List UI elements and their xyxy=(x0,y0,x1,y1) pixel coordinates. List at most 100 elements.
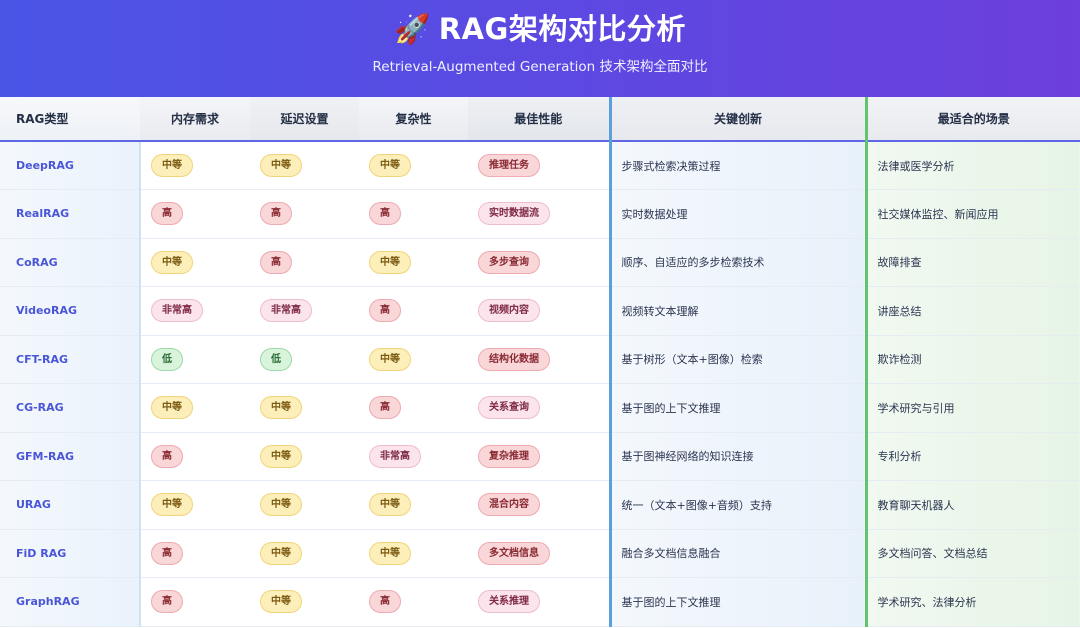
rag-type-cell: FiD RAG xyxy=(0,529,141,578)
scenario-cell: 故障排查 xyxy=(864,238,1080,287)
latency-cell-badge: 低 xyxy=(260,347,292,371)
innovation-cell: 基于图的上下文推理 xyxy=(608,577,866,627)
complexity-cell: 中等 xyxy=(359,335,468,384)
complexity-cell: 中等 xyxy=(359,480,468,530)
memory-cell: 非常高 xyxy=(140,286,250,336)
table-row: URAG 中等 中等 中等 混合内容 统一（文本+图像+音频）支持 教育聊天机器人 xyxy=(0,480,1080,530)
complexity-cell-badge: 中等 xyxy=(369,493,411,517)
scenario-cell: 欺诈检测 xyxy=(864,335,1080,384)
complexity-cell-badge: 非常高 xyxy=(369,444,421,468)
complexity-cell-badge: 中等 xyxy=(369,250,411,274)
performance-cell-badge: 复杂推理 xyxy=(478,444,540,468)
performance-cell-badge: 混合内容 xyxy=(478,493,540,517)
complexity-cell: 非常高 xyxy=(359,432,468,481)
scenario-cell: 讲座总结 xyxy=(864,286,1080,336)
performance-cell-badge: 结构化数据 xyxy=(478,347,550,371)
memory-cell: 高 xyxy=(140,189,250,239)
innovation-cell: 基于树形（文本+图像）检索 xyxy=(608,335,866,384)
table-body: DeepRAG 中等 中等 中等 推理任务 步骤式检索决策过程 法律或医学分析 RealRAG… xyxy=(0,141,1080,627)
performance-cell: 关系查询 xyxy=(468,383,610,433)
memory-cell-badge: 非常高 xyxy=(151,299,203,323)
memory-cell-badge: 高 xyxy=(151,590,183,614)
table-row: CFT-RAG 低 低 中等 结构化数据 基于树形（文本+图像）检索 欺诈检测 xyxy=(0,335,1080,384)
scenario-cell: 专利分析 xyxy=(864,432,1080,481)
scenario-cell: 学术研究、法律分析 xyxy=(864,577,1080,627)
scenario-cell: 法律或医学分析 xyxy=(864,141,1080,190)
innovation-cell: 视频转文本理解 xyxy=(608,286,866,336)
complexity-cell-badge: 高 xyxy=(369,590,401,614)
scenario-cell: 社交媒体监控、新闻应用 xyxy=(864,189,1080,239)
complexity-cell-badge: 中等 xyxy=(369,347,411,371)
performance-cell-badge: 推理任务 xyxy=(478,154,540,177)
table-row: CG-RAG 中等 中等 高 关系查询 基于图的上下文推理 学术研究与引用 xyxy=(0,383,1080,433)
performance-cell: 混合内容 xyxy=(468,480,610,530)
rag-type-cell: URAG xyxy=(0,480,141,530)
scenario-cell: 多文档问答、文档总结 xyxy=(864,529,1080,578)
latency-cell-badge: 中等 xyxy=(260,590,302,614)
column-header-performance[interactable]: 最佳性能 xyxy=(468,97,610,142)
table-header-row: RAG类型 内存需求 延迟设置 复杂性 最佳性能 关键创新 最适合的场景 xyxy=(0,97,1080,142)
column-header-complexity[interactable]: 复杂性 xyxy=(359,97,468,142)
latency-cell: 非常高 xyxy=(250,286,359,336)
complexity-cell: 高 xyxy=(359,286,468,336)
performance-cell-badge: 多文档信息 xyxy=(478,541,550,565)
innovation-cell: 统一（文本+图像+音频）支持 xyxy=(608,480,866,530)
performance-cell: 推理任务 xyxy=(468,141,610,190)
rag-type-cell: GFM-RAG xyxy=(0,432,141,481)
latency-cell: 高 xyxy=(250,189,359,239)
complexity-cell: 高 xyxy=(359,189,468,239)
latency-cell: 中等 xyxy=(250,480,359,530)
page-title: 🚀 RAG架构对比分析 xyxy=(0,6,1080,48)
column-header-innovation[interactable]: 关键创新 xyxy=(608,97,866,142)
complexity-cell: 高 xyxy=(359,383,468,433)
latency-cell-badge: 高 xyxy=(260,250,292,274)
memory-cell: 中等 xyxy=(140,141,250,190)
column-header-memory[interactable]: 内存需求 xyxy=(140,97,250,142)
latency-cell: 低 xyxy=(250,335,359,384)
innovation-cell: 基于图的上下文推理 xyxy=(608,383,866,433)
column-header-scenario[interactable]: 最适合的场景 xyxy=(864,97,1080,142)
memory-cell-badge: 低 xyxy=(151,347,183,371)
page-header: 🚀 RAG架构对比分析 Retrieval-Augmented Generatio… xyxy=(0,0,1080,97)
column-header-latency[interactable]: 延迟设置 xyxy=(250,97,359,142)
memory-cell: 中等 xyxy=(140,480,250,530)
complexity-cell-badge: 高 xyxy=(369,299,401,323)
memory-cell: 高 xyxy=(140,432,250,481)
latency-cell: 中等 xyxy=(250,577,359,627)
complexity-cell-badge: 高 xyxy=(369,202,401,226)
column-header-type[interactable]: RAG类型 xyxy=(0,97,140,142)
complexity-cell-badge: 中等 xyxy=(369,154,411,177)
performance-cell: 视频内容 xyxy=(468,286,610,336)
complexity-cell-badge: 中等 xyxy=(369,541,411,565)
rag-type-cell: DeepRAG xyxy=(0,141,141,190)
innovation-cell: 融合多文档信息融合 xyxy=(608,529,866,578)
latency-cell-badge: 中等 xyxy=(260,493,302,517)
complexity-cell-badge: 高 xyxy=(369,396,401,420)
latency-cell: 中等 xyxy=(250,141,359,190)
latency-cell: 中等 xyxy=(250,432,359,481)
latency-cell: 高 xyxy=(250,238,359,287)
table-row: FiD RAG 高 中等 中等 多文档信息 融合多文档信息融合 多文档问答、文档总结 xyxy=(0,529,1080,578)
page-title-text: RAG架构对比分析 xyxy=(438,12,686,46)
latency-cell-badge: 高 xyxy=(260,202,292,226)
innovation-cell: 基于图神经网络的知识连接 xyxy=(608,432,866,481)
rag-type-cell: RealRAG xyxy=(0,189,141,239)
performance-cell-badge: 关系推理 xyxy=(478,590,540,614)
memory-cell-badge: 中等 xyxy=(151,250,193,274)
performance-cell: 关系推理 xyxy=(468,577,610,627)
scenario-cell: 学术研究与引用 xyxy=(864,383,1080,433)
memory-cell-badge: 高 xyxy=(151,444,183,468)
performance-cell: 多文档信息 xyxy=(468,529,610,578)
latency-cell-badge: 非常高 xyxy=(260,299,312,323)
table-row: DeepRAG 中等 中等 中等 推理任务 步骤式检索决策过程 法律或医学分析 xyxy=(0,141,1080,190)
performance-cell: 多步查询 xyxy=(468,238,610,287)
complexity-cell: 高 xyxy=(359,577,468,627)
table-row: VideoRAG 非常高 非常高 高 视频内容 视频转文本理解 讲座总结 xyxy=(0,286,1080,336)
performance-cell: 结构化数据 xyxy=(468,335,610,384)
performance-cell-badge: 多步查询 xyxy=(478,250,540,274)
latency-cell: 中等 xyxy=(250,383,359,433)
memory-cell-badge: 中等 xyxy=(151,154,193,177)
innovation-cell: 步骤式检索决策过程 xyxy=(608,141,866,190)
performance-cell: 实时数据流 xyxy=(468,189,610,239)
comparison-table: RAG类型 内存需求 延迟设置 复杂性 最佳性能 关键创新 最适合的场景 Dee… xyxy=(0,97,1080,627)
